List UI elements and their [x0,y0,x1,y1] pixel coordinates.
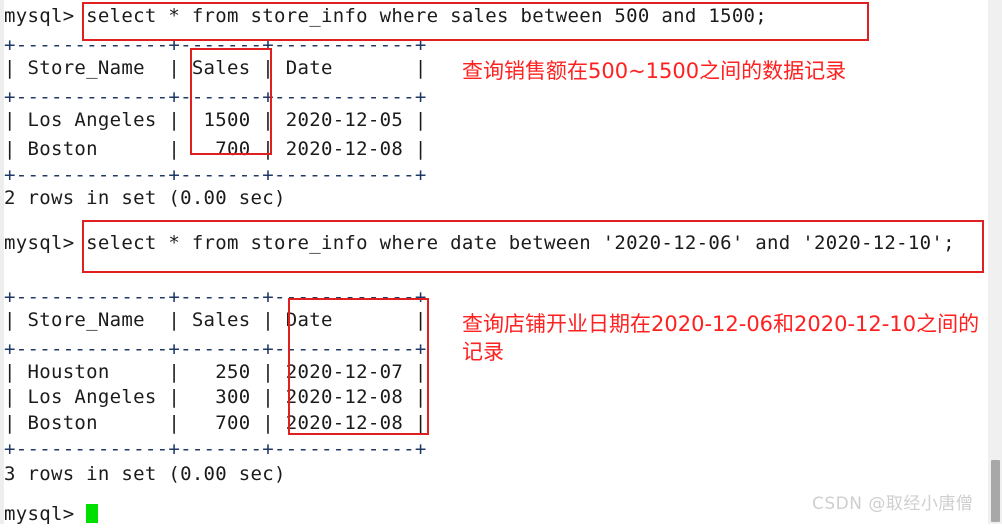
result-table-1-header-row: | Store_Name | Sales | Date | [4,57,427,79]
annotation-sales-range: 查询销售额在500~1500之间的数据记录 [462,59,847,83]
scrollbar-thumb[interactable] [991,460,1000,522]
result-table-2-header-row: | Store_Name | Sales | Date | [4,309,427,331]
result-table-1-status: 2 rows in set (0.00 sec) [4,187,286,209]
result-table-2-row-3: | Boston | 700 | 2020-12-08 | [4,412,427,434]
annotation-date-range: 查询店铺开业日期在2020-12-06和2020-12-10之间的记录 [462,312,980,364]
active-prompt-line[interactable]: mysql> [4,500,99,529]
prompt-label: mysql> [4,503,87,525]
text-cursor [86,504,99,523]
watermark: CSDN @取经小唐僧 [812,494,974,514]
result-table-2-row-2: | Los Angeles | 300 | 2020-12-08 | [4,386,427,408]
result-table-2-status: 3 rows in set (0.00 sec) [4,463,286,485]
result-table-1-row-1: | Los Angeles | 1500 | 2020-12-05 | [4,109,427,131]
query-1-prompt-line: mysql> select * from store_info where sa… [4,5,768,27]
result-table-1-row-2: | Boston | 700 | 2020-12-08 | [4,138,427,160]
query-2-prompt-line: mysql> select * from store_info where da… [4,232,955,254]
scrollbar-track[interactable] [988,0,1002,524]
